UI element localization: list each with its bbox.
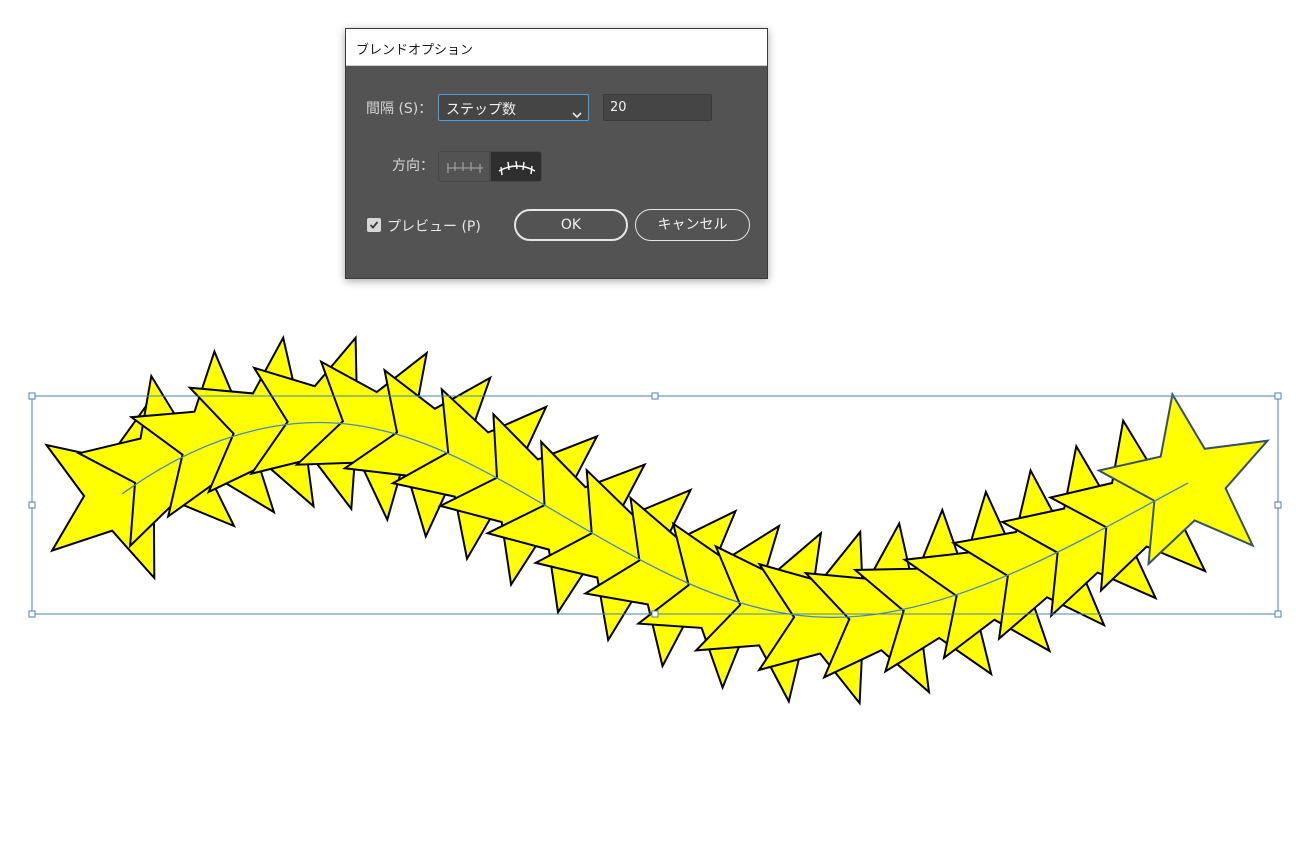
- selection-handle-tl[interactable]: [28, 392, 36, 400]
- selection-handle-ml[interactable]: [28, 501, 36, 509]
- chevron-down-icon: [572, 104, 582, 123]
- spacing-mode-value: ステップ数: [446, 102, 516, 118]
- dialog-title: ブレンドオプション: [356, 43, 474, 58]
- spacing-mode-select[interactable]: ステップ数: [438, 94, 589, 121]
- selection-handle-bm[interactable]: [651, 610, 659, 618]
- selection-handle-tm[interactable]: [651, 392, 659, 400]
- preview-checkbox[interactable]: [367, 218, 381, 232]
- selection-handle-br[interactable]: [1274, 610, 1282, 618]
- selection-handle-bl[interactable]: [28, 610, 36, 618]
- spacing-steps-input[interactable]: 20: [603, 94, 712, 121]
- preview-label[interactable]: プレビュー (P): [387, 216, 481, 236]
- selection-handle-mr[interactable]: [1274, 501, 1282, 509]
- dialog-titlebar[interactable]: ブレンドオプション: [346, 29, 767, 66]
- orientation-align-to-path-button[interactable]: [490, 151, 542, 182]
- orientation-align-to-page-button[interactable]: [438, 151, 490, 182]
- selection-handle-tr[interactable]: [1274, 392, 1282, 400]
- spacing-label: 間隔 (S)：: [366, 101, 433, 117]
- blend-options-dialog: ブレンドオプション 間隔 (S)： ステップ数 20 方向： プレビュー (P)…: [345, 28, 768, 279]
- orientation-label: 方向：: [392, 158, 434, 174]
- cancel-button[interactable]: キャンセル: [635, 209, 750, 241]
- checkmark-icon: [369, 221, 379, 229]
- ok-button[interactable]: OK: [514, 209, 628, 241]
